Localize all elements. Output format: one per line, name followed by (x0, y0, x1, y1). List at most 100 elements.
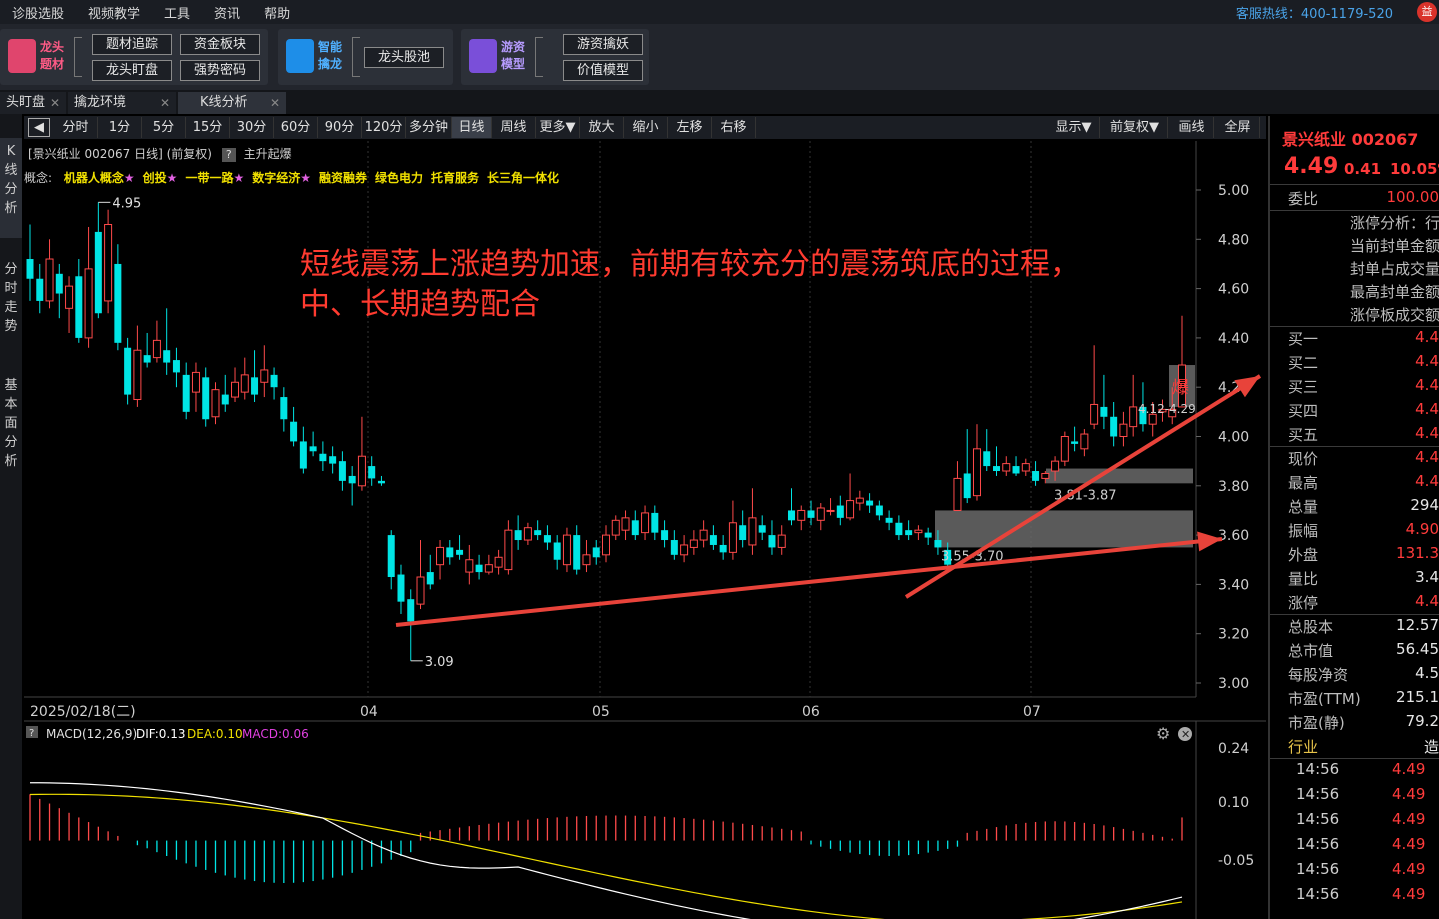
candle-body-up (797, 509, 806, 521)
row-label: 买三 (1288, 378, 1319, 396)
menu-video-tutorial[interactable]: 视频教学 (76, 3, 152, 22)
concept-tag[interactable]: 创投★ (143, 171, 178, 185)
row-label: 量比 (1288, 570, 1319, 588)
group-title: 龙头 题材 (40, 39, 70, 73)
support-zone (935, 510, 1193, 548)
period-button[interactable]: 右移 (712, 117, 756, 138)
concept-tag[interactable]: 融资融券 (319, 171, 367, 185)
close-icon[interactable]: ✕ (270, 92, 280, 114)
topic-tracking-button[interactable]: 题材追踪 (92, 34, 172, 55)
book-row: 买二 4.4 (1270, 352, 1439, 376)
period-button[interactable]: 日线 (452, 117, 492, 138)
candle-body-up (953, 477, 962, 511)
tab-dragon-env[interactable]: 擒龙环境 ✕ (68, 92, 176, 114)
close-icon[interactable]: ✕ (160, 92, 170, 114)
collapse-left-icon[interactable]: ◀ (28, 118, 50, 137)
price-tick-label: 3.00 (1218, 676, 1249, 692)
help-icon[interactable]: ? (221, 148, 236, 162)
candle-body-down (719, 544, 727, 553)
hot-money-group: 游资 模型 游资擒妖 价值模型 (461, 29, 649, 85)
candle-body-down (456, 549, 464, 555)
menu-stock-diagnosis[interactable]: 诊股选股 (0, 3, 76, 22)
period-button[interactable]: 15分 (186, 117, 230, 138)
chart-option-button[interactable]: 全屏 (1216, 117, 1260, 138)
concept-tag[interactable]: 托育服务 (431, 171, 479, 185)
concept-tag[interactable]: 数字经济★ (252, 171, 311, 185)
tab-kline[interactable]: K线分析 ✕ (178, 92, 286, 114)
period-button[interactable]: 5分 (142, 117, 186, 138)
weibi-row: 委比 100.00 (1270, 188, 1439, 212)
period-button[interactable]: 缩小 (624, 117, 668, 138)
price-tick-label: 3.40 (1218, 577, 1249, 593)
chart-option-button[interactable]: 画线 (1170, 117, 1214, 138)
period-button[interactable]: 30分 (230, 117, 274, 138)
period-button[interactable]: 1分 (98, 117, 142, 138)
kline-toolbar: ◀ 分时 1分 5分 15分 30分 60分 90分 120分 多分钟 日线 周线 更多▼ 放大 缩小 左移… (24, 116, 1266, 139)
candle-body-up (484, 564, 493, 573)
vtab-kline[interactable]: K线分析 (0, 138, 22, 238)
concept-tag[interactable]: 机器人概念★ (64, 171, 135, 185)
value-model-button[interactable]: 价值模型 (563, 60, 643, 81)
tick-time: 14:56 (1296, 885, 1340, 903)
tick-row: 14:56 4.49 (1270, 885, 1439, 909)
candle-body-up (260, 369, 269, 383)
candle-body-up (846, 500, 855, 519)
tick-row: 14:56 4.49 (1270, 860, 1439, 884)
chart-option-button[interactable]: 前复权▼ (1102, 117, 1168, 138)
weibi-label: 委比 (1288, 190, 1319, 208)
leader-watch-button[interactable]: 龙头盯盘 (92, 60, 172, 81)
row-value: 12.57 (1396, 616, 1439, 634)
menu-news[interactable]: 资讯 (202, 3, 252, 22)
fund-row: 总市值 56.45 (1270, 640, 1439, 664)
candle-body-up (777, 534, 786, 548)
row-label: 总市值 (1288, 642, 1334, 660)
candle-body-down (348, 475, 356, 484)
candle-body-down (94, 231, 102, 314)
row-value: 4.4 (1415, 448, 1439, 466)
period-button[interactable]: 60分 (274, 117, 318, 138)
price-tick-label: 3.20 (1218, 627, 1249, 643)
hot-money-button[interactable]: 游资擒妖 (563, 34, 643, 55)
candle-body-down (651, 512, 659, 533)
period-button[interactable]: 周线 (492, 117, 536, 138)
candle-body-up (104, 224, 113, 302)
candle-body-down (387, 535, 395, 578)
period-button[interactable]: 120分 (362, 117, 406, 138)
stock-header: [景兴纸业 002067 日线] (前复权) (28, 147, 212, 161)
vtab-fundamental[interactable]: 基本面分析 (0, 376, 22, 486)
period-button[interactable]: 90分 (318, 117, 362, 138)
group-title-line1: 龙头 (40, 40, 65, 54)
trend-arrow-long (395, 537, 1223, 627)
candle-body-up (191, 371, 200, 393)
divider (1270, 184, 1439, 185)
menu-help[interactable]: 帮助 (252, 3, 302, 22)
period-button[interactable]: 更多▼ (536, 117, 580, 138)
period-button[interactable]: 左移 (668, 117, 712, 138)
tab-leader-watch[interactable]: 头盯盘 ✕ (0, 92, 66, 114)
app-logo-icon: 益 (1417, 2, 1437, 22)
concept-tag[interactable]: 一带一路★ (185, 171, 244, 185)
candle-body-up (641, 512, 650, 534)
period-button[interactable]: 多分钟 (406, 117, 452, 138)
strength-code-button[interactable]: 强势密码 (180, 60, 260, 81)
close-icon[interactable]: ✕ (50, 92, 60, 114)
period-button[interactable]: 分时 (54, 117, 98, 138)
vtab-intraday[interactable]: 分时走势 (0, 260, 22, 350)
row-label: 买一 (1288, 330, 1319, 348)
candle-body-up (602, 534, 610, 556)
leader-pool-button[interactable]: 龙头股池 (364, 47, 444, 68)
concept-tag[interactable]: 长三角一体化 (487, 171, 559, 185)
candle-body-up (855, 497, 864, 504)
row-value: 4.4 (1415, 424, 1439, 442)
row-value: 131.3 (1396, 544, 1439, 562)
candle-body-down (114, 263, 122, 343)
fund-sector-button[interactable]: 资金板块 (180, 34, 260, 55)
menu-tools[interactable]: 工具 (152, 3, 202, 22)
chart-option-button[interactable]: 显示▼ (1048, 117, 1100, 138)
tick-price: 4.49 (1392, 810, 1426, 828)
period-button[interactable]: 放大 (580, 117, 624, 138)
candle-body-down (631, 520, 639, 536)
candle-body-down (836, 505, 844, 518)
concept-tag[interactable]: 绿色电力 (375, 171, 423, 185)
macd-dea: DEA:0.10 (187, 727, 243, 741)
